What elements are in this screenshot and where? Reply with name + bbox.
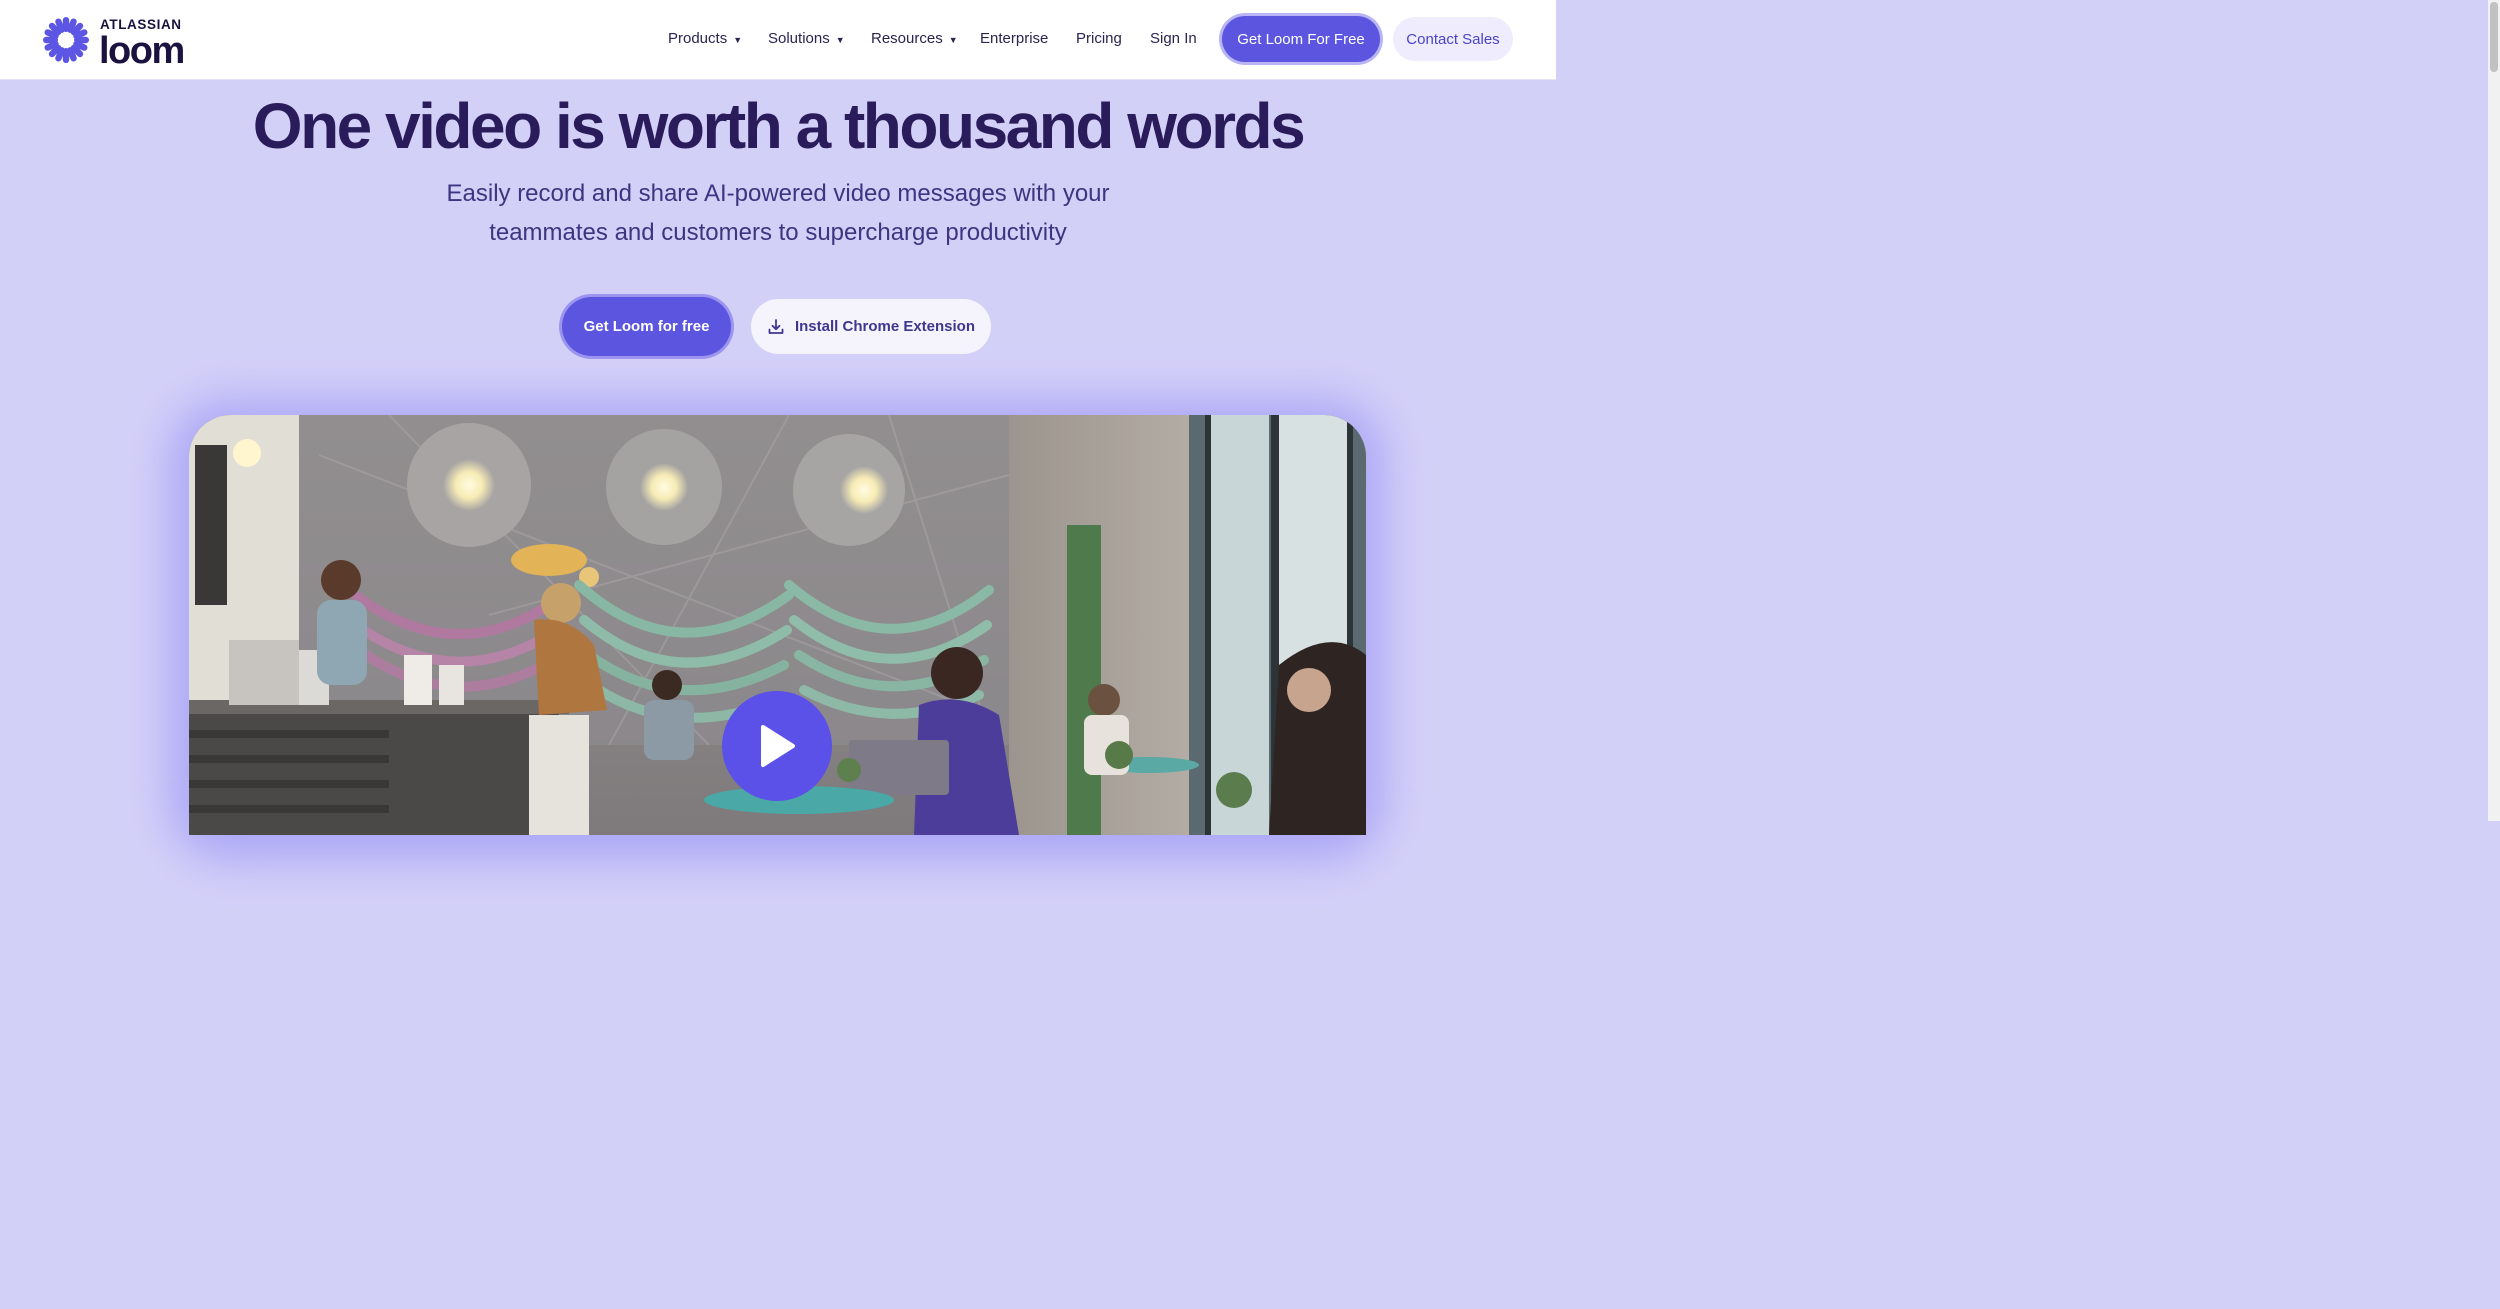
scrollbar-thumb[interactable] <box>2490 2 2498 72</box>
contact-sales-button[interactable]: Contact Sales <box>1393 17 1513 61</box>
site-header: ATLASSIAN loom Products ▼ Solutions ▼ Re… <box>0 0 1556 80</box>
play-video-button[interactable] <box>722 691 832 801</box>
nav-pricing-label: Pricing <box>1076 30 1122 47</box>
nav-resources-label: Resources <box>871 30 943 47</box>
hero-subtitle: Easily record and share AI-powered video… <box>446 180 1110 246</box>
install-chrome-extension-button[interactable]: Install Chrome Extension <box>751 299 991 354</box>
nav-products-label: Products <box>668 30 728 47</box>
install-chrome-extension-label: Install Chrome Extension <box>794 318 976 335</box>
get-loom-for-free-header-button[interactable]: Get Loom For Free <box>1222 16 1380 62</box>
nav-pricing[interactable]: Pricing <box>1076 30 1122 47</box>
download-icon <box>768 318 784 334</box>
get-loom-for-free-button[interactable]: Get Loom for free <box>562 297 731 356</box>
chevron-down-icon: ▼ <box>835 35 845 45</box>
nav-enterprise[interactable]: Enterprise <box>980 30 1048 47</box>
nav-sign-in-label: Sign In <box>1150 30 1197 47</box>
nav-sign-in[interactable]: Sign In <box>1150 30 1197 47</box>
nav-solutions[interactable]: Solutions ▼ <box>768 30 845 47</box>
hero-title: One video is worth a thousand words <box>252 90 1306 162</box>
nav-products[interactable]: Products ▼ <box>668 30 742 47</box>
nav-enterprise-label: Enterprise <box>980 30 1049 47</box>
play-icon <box>761 725 795 767</box>
page-scrollbar[interactable] <box>2488 0 2500 821</box>
nav-solutions-label: Solutions <box>768 30 830 47</box>
chevron-down-icon: ▼ <box>733 35 743 45</box>
nav-resources[interactable]: Resources ▼ <box>871 30 958 47</box>
chevron-down-icon: ▼ <box>948 35 958 45</box>
hero-video[interactable] <box>189 415 1366 835</box>
